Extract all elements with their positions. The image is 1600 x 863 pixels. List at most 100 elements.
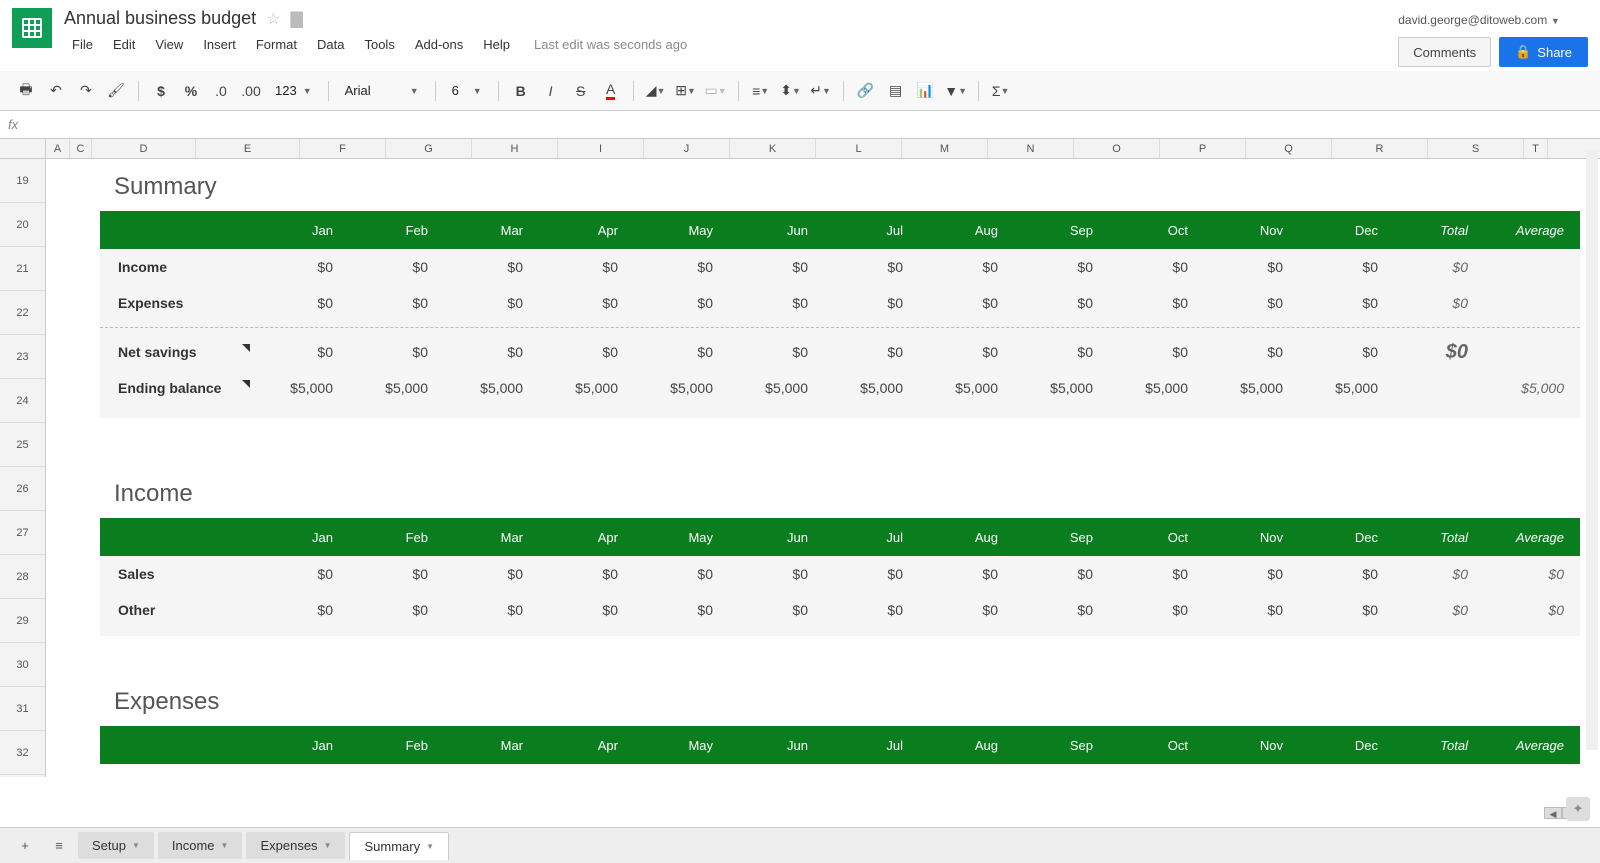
col-head-Q[interactable]: Q xyxy=(1246,139,1332,158)
insert-chart-icon[interactable]: 📊 xyxy=(912,77,940,105)
select-all-corner[interactable] xyxy=(0,139,46,158)
col-head-R[interactable]: R xyxy=(1332,139,1428,158)
sheet-tab-summary[interactable]: Summary▼ xyxy=(349,832,449,860)
row-head-24[interactable]: 24 xyxy=(0,379,45,423)
vertical-scrollbar[interactable] xyxy=(1586,150,1598,750)
cell[interactable]: $0 xyxy=(345,295,440,311)
cell[interactable]: $0 xyxy=(1010,566,1105,582)
col-head-C[interactable]: C xyxy=(70,139,92,158)
cell[interactable]: $0 xyxy=(1295,295,1390,311)
text-color-icon[interactable]: A xyxy=(597,77,625,105)
cell[interactable]: $0 xyxy=(1105,295,1200,311)
document-title[interactable]: Annual business budget xyxy=(64,8,256,29)
col-head-S[interactable]: S xyxy=(1428,139,1524,158)
col-head-N[interactable]: N xyxy=(988,139,1074,158)
col-head-M[interactable]: M xyxy=(902,139,988,158)
cell[interactable]: $0 xyxy=(1105,344,1200,360)
cell[interactable]: $0 xyxy=(820,602,915,618)
cell[interactable]: $0 xyxy=(535,566,630,582)
col-head-J[interactable]: J xyxy=(644,139,730,158)
col-head-G[interactable]: G xyxy=(386,139,472,158)
cell[interactable]: $0 xyxy=(345,259,440,275)
font-size-select[interactable]: 6▼ xyxy=(444,79,490,102)
star-icon[interactable]: ☆ xyxy=(266,9,280,29)
col-head-K[interactable]: K xyxy=(730,139,816,158)
row-head-27[interactable]: 27 xyxy=(0,511,45,555)
cell[interactable]: $0 xyxy=(1200,344,1295,360)
row-average[interactable]: $5,000 xyxy=(1480,380,1580,396)
cell[interactable]: $5,000 xyxy=(1295,380,1390,396)
menu-data[interactable]: Data xyxy=(309,33,352,56)
row-head-20[interactable]: 20 xyxy=(0,203,45,247)
cell[interactable]: $0 xyxy=(535,602,630,618)
row-total[interactable]: $0 xyxy=(1390,566,1480,582)
row-head-25[interactable]: 25 xyxy=(0,423,45,467)
chevron-down-icon[interactable]: ▼ xyxy=(324,841,332,850)
cell[interactable]: $0 xyxy=(535,259,630,275)
cell[interactable]: $0 xyxy=(1105,259,1200,275)
row-head-19[interactable]: 19 xyxy=(0,159,45,203)
cell[interactable]: $5,000 xyxy=(725,380,820,396)
row-head-21[interactable]: 21 xyxy=(0,247,45,291)
row-total[interactable]: $0 xyxy=(1390,602,1480,618)
cell[interactable]: $0 xyxy=(820,566,915,582)
sheet-tab-setup[interactable]: Setup▼ xyxy=(78,832,154,859)
sheet-tab-income[interactable]: Income▼ xyxy=(158,832,243,859)
redo-icon[interactable]: ↷ xyxy=(72,77,100,105)
cell[interactable]: $0 xyxy=(915,602,1010,618)
col-head-E[interactable]: E xyxy=(196,139,300,158)
cell[interactable]: $0 xyxy=(725,295,820,311)
filter-icon[interactable]: ▼▼ xyxy=(942,77,970,105)
cell[interactable]: $0 xyxy=(915,295,1010,311)
row-total[interactable]: $0 xyxy=(1390,341,1480,364)
cell[interactable]: $0 xyxy=(725,344,820,360)
cell[interactable]: $0 xyxy=(345,566,440,582)
decrease-decimal-icon[interactable]: .0 xyxy=(207,77,235,105)
cell[interactable]: $0 xyxy=(1010,344,1105,360)
cell[interactable]: $5,000 xyxy=(535,380,630,396)
menu-insert[interactable]: Insert xyxy=(195,33,244,56)
cell[interactable]: $0 xyxy=(915,259,1010,275)
print-icon[interactable]: 🖶 xyxy=(12,77,40,105)
cell[interactable]: $0 xyxy=(1105,566,1200,582)
chevron-down-icon[interactable]: ▼ xyxy=(132,841,140,850)
percent-icon[interactable]: % xyxy=(177,77,205,105)
menu-tools[interactable]: Tools xyxy=(356,33,402,56)
cell[interactable]: $0 xyxy=(1200,566,1295,582)
currency-icon[interactable]: $ xyxy=(147,77,175,105)
row-head-23[interactable]: 23 xyxy=(0,335,45,379)
cell[interactable]: $0 xyxy=(820,344,915,360)
col-head-H[interactable]: H xyxy=(472,139,558,158)
cell[interactable]: $0 xyxy=(725,259,820,275)
cell[interactable]: $0 xyxy=(1200,295,1295,311)
cell[interactable]: $0 xyxy=(1295,566,1390,582)
cell[interactable]: $0 xyxy=(440,566,535,582)
menu-add-ons[interactable]: Add-ons xyxy=(407,33,471,56)
cell[interactable]: $0 xyxy=(1010,259,1105,275)
col-head-A[interactable]: A xyxy=(46,139,70,158)
paint-format-icon[interactable]: 🖌 xyxy=(102,77,130,105)
text-wrap-icon[interactable]: ↵▼ xyxy=(807,77,835,105)
cell[interactable]: $0 xyxy=(1200,602,1295,618)
cell[interactable]: $0 xyxy=(1200,259,1295,275)
menu-format[interactable]: Format xyxy=(248,33,305,56)
strikethrough-icon[interactable]: S xyxy=(567,77,595,105)
cell[interactable]: $0 xyxy=(440,344,535,360)
col-head-O[interactable]: O xyxy=(1074,139,1160,158)
cell[interactable]: $5,000 xyxy=(1200,380,1295,396)
cell[interactable]: $5,000 xyxy=(630,380,725,396)
row-head-28[interactable]: 28 xyxy=(0,555,45,599)
cell[interactable]: $0 xyxy=(630,295,725,311)
menu-edit[interactable]: Edit xyxy=(105,33,143,56)
increase-decimal-icon[interactable]: .00 xyxy=(237,77,265,105)
cell[interactable]: $0 xyxy=(915,566,1010,582)
cell[interactable]: $0 xyxy=(440,259,535,275)
row-head-26[interactable]: 26 xyxy=(0,467,45,511)
cell[interactable]: $0 xyxy=(250,344,345,360)
cell[interactable]: $0 xyxy=(1295,602,1390,618)
insert-comment-icon[interactable]: ▤ xyxy=(882,77,910,105)
cell[interactable]: $0 xyxy=(250,259,345,275)
cell[interactable]: $0 xyxy=(1010,295,1105,311)
cell[interactable]: $0 xyxy=(1295,259,1390,275)
cell[interactable]: $5,000 xyxy=(345,380,440,396)
